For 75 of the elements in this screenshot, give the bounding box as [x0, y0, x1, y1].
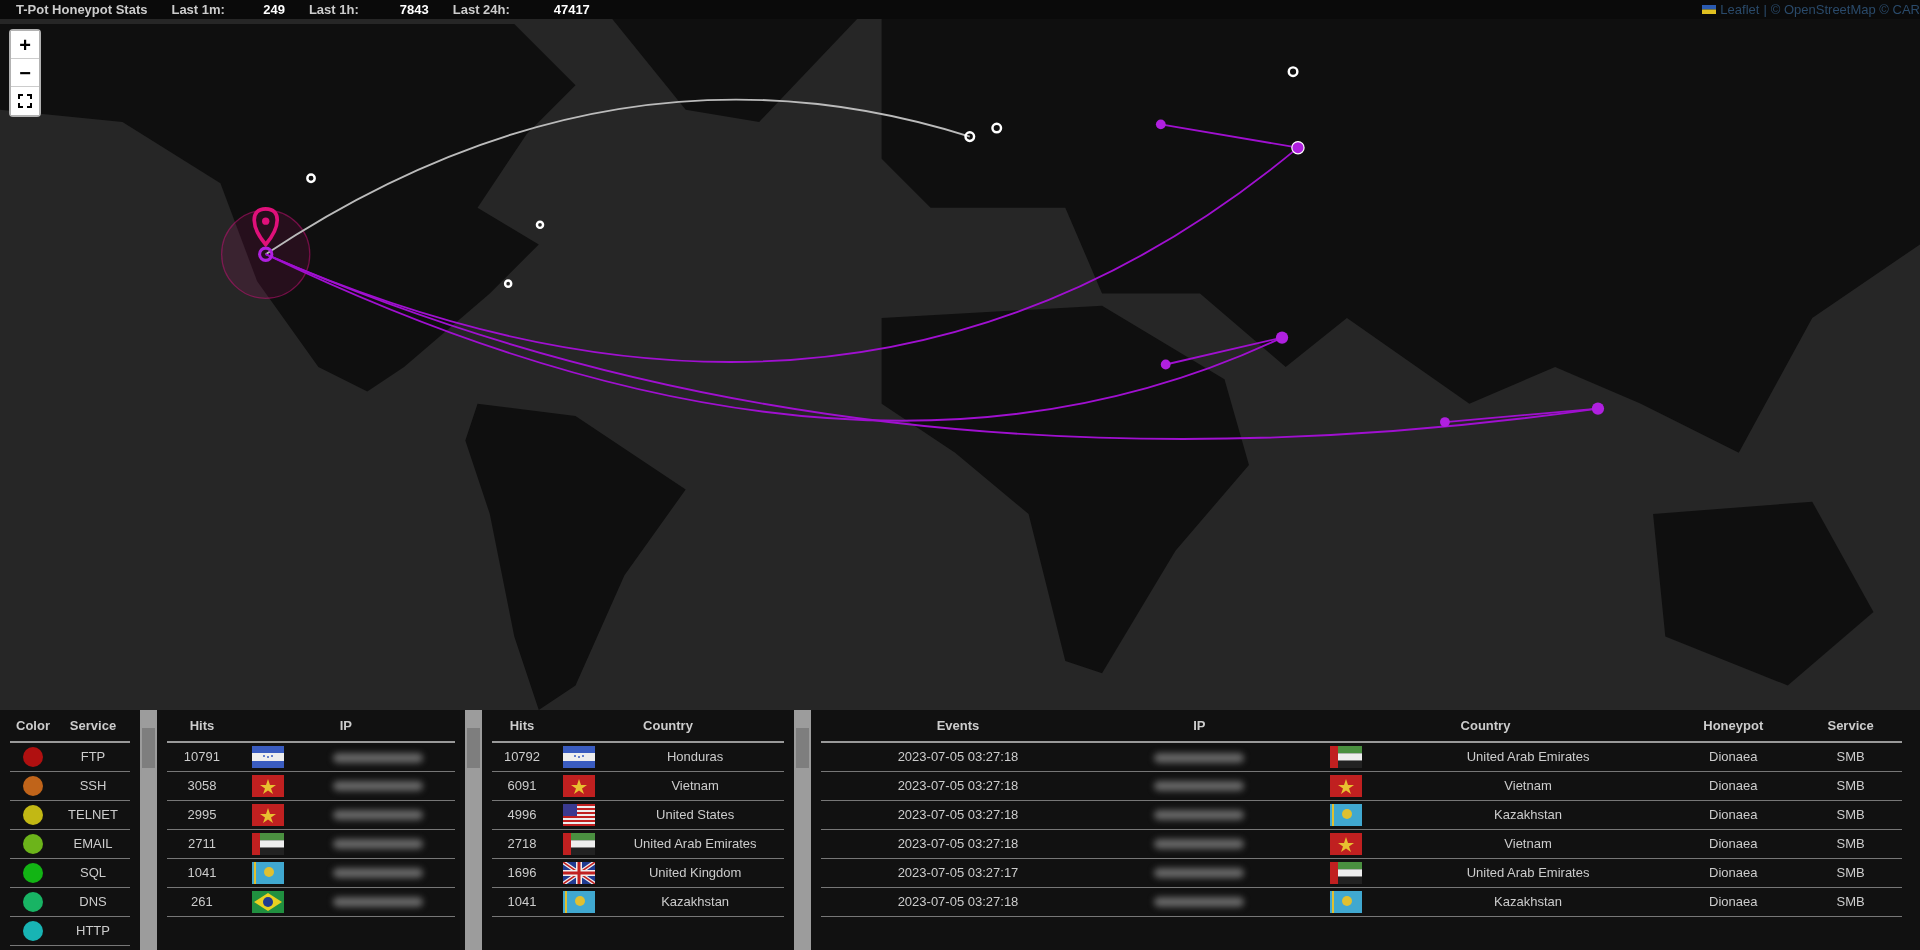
- table-cell: United Kingdom: [606, 858, 784, 887]
- table-cell: 1696: [492, 858, 552, 887]
- table-cell: FTP: [56, 742, 130, 771]
- table-cell: Dionaea: [1667, 771, 1800, 800]
- table-cell: 2023-07-05 03:27:18: [821, 742, 1095, 771]
- table-cell: 2023-07-05 03:27:18: [821, 829, 1095, 858]
- table-cell: SMB: [1799, 829, 1902, 858]
- table-cell: 6091: [492, 771, 552, 800]
- table-cell: SMB: [1799, 771, 1902, 800]
- table-cell: SMB: [1799, 887, 1902, 916]
- column-header: Service: [1799, 710, 1902, 742]
- column-header: Honeypot: [1667, 710, 1800, 742]
- stat-value: 7843: [398, 1, 429, 19]
- table-cell: 2711: [167, 829, 237, 858]
- table-cell: Dionaea: [1667, 800, 1800, 829]
- table-cell: 1041: [167, 858, 237, 887]
- table-cell: Honduras: [606, 742, 784, 771]
- stat-label: Last 1h:: [308, 1, 359, 19]
- zoom-in-button[interactable]: +: [11, 31, 39, 59]
- stat-label: Last 24h:: [452, 1, 510, 19]
- column-header: IP: [1095, 710, 1304, 742]
- column-header: Hits: [492, 710, 552, 742]
- table-cell: SQL: [56, 858, 130, 887]
- stat-value: 47417: [552, 1, 590, 19]
- table-cell: 2995: [167, 800, 237, 829]
- table-cell: 261: [167, 887, 237, 916]
- table-cell: 1041: [492, 887, 552, 916]
- table-cell: United States: [606, 800, 784, 829]
- table-cell: Dionaea: [1667, 858, 1800, 887]
- column-header: Hits: [167, 710, 237, 742]
- table-cell: 2023-07-05 03:27:18: [821, 771, 1095, 800]
- column-header: Color: [10, 710, 56, 742]
- table-cell: Dionaea: [1667, 829, 1800, 858]
- column-header: Service: [56, 710, 130, 742]
- table-cell: Dionaea: [1667, 742, 1800, 771]
- stat-label: Last 1m:: [171, 1, 225, 19]
- attribution-text: © OpenStreetMap © CAR: [1770, 1, 1920, 19]
- table-cell: United Arab Emirates: [1388, 858, 1668, 887]
- table-cell: 3058: [167, 771, 237, 800]
- column-header: Events: [821, 710, 1095, 742]
- fullscreen-icon: [18, 94, 32, 108]
- column-header: Country: [1303, 710, 1668, 742]
- table-cell: Vietnam: [606, 771, 784, 800]
- table-cell: Dionaea: [1667, 887, 1800, 916]
- table-cell: United Arab Emirates: [1388, 742, 1668, 771]
- table-cell: Vietnam: [1388, 829, 1668, 858]
- table-cell: 4996: [492, 800, 552, 829]
- table-cell: United Arab Emirates: [606, 829, 784, 858]
- table-cell: 2023-07-05 03:27:18: [821, 800, 1095, 829]
- table-cell: Kazakhstan: [606, 887, 784, 916]
- table-cell: 2023-07-05 03:27:17: [821, 858, 1095, 887]
- table-cell: 10791: [167, 742, 237, 771]
- scrollbar[interactable]: [794, 710, 811, 950]
- table-cell: 10792: [492, 742, 552, 771]
- table-cell: SMB: [1799, 858, 1902, 887]
- table-cell: DNS: [56, 887, 130, 916]
- flag-icon: [1702, 5, 1717, 14]
- stat-value: 249: [262, 1, 285, 19]
- table-cell: SMB: [1799, 800, 1902, 829]
- table-cell: SSH: [56, 771, 130, 800]
- column-header: IP: [236, 710, 455, 742]
- table-cell: Kazakhstan: [1388, 800, 1668, 829]
- column-header: Country: [551, 710, 784, 742]
- app-title: T-Pot Honeypot Stats: [16, 1, 148, 19]
- table-cell: SMB: [1799, 742, 1902, 771]
- table-cell: HTTP: [56, 916, 130, 945]
- scrollbar[interactable]: [140, 710, 157, 950]
- table-cell: 2718: [492, 829, 552, 858]
- table-cell: Vietnam: [1388, 771, 1668, 800]
- table-cell: EMAIL: [56, 829, 130, 858]
- table-cell: Kazakhstan: [1388, 887, 1668, 916]
- table-cell: TELNET: [56, 800, 130, 829]
- table-cell: 2023-07-05 03:27:18: [821, 887, 1095, 916]
- scrollbar[interactable]: [465, 710, 482, 950]
- separator: |: [1763, 1, 1767, 19]
